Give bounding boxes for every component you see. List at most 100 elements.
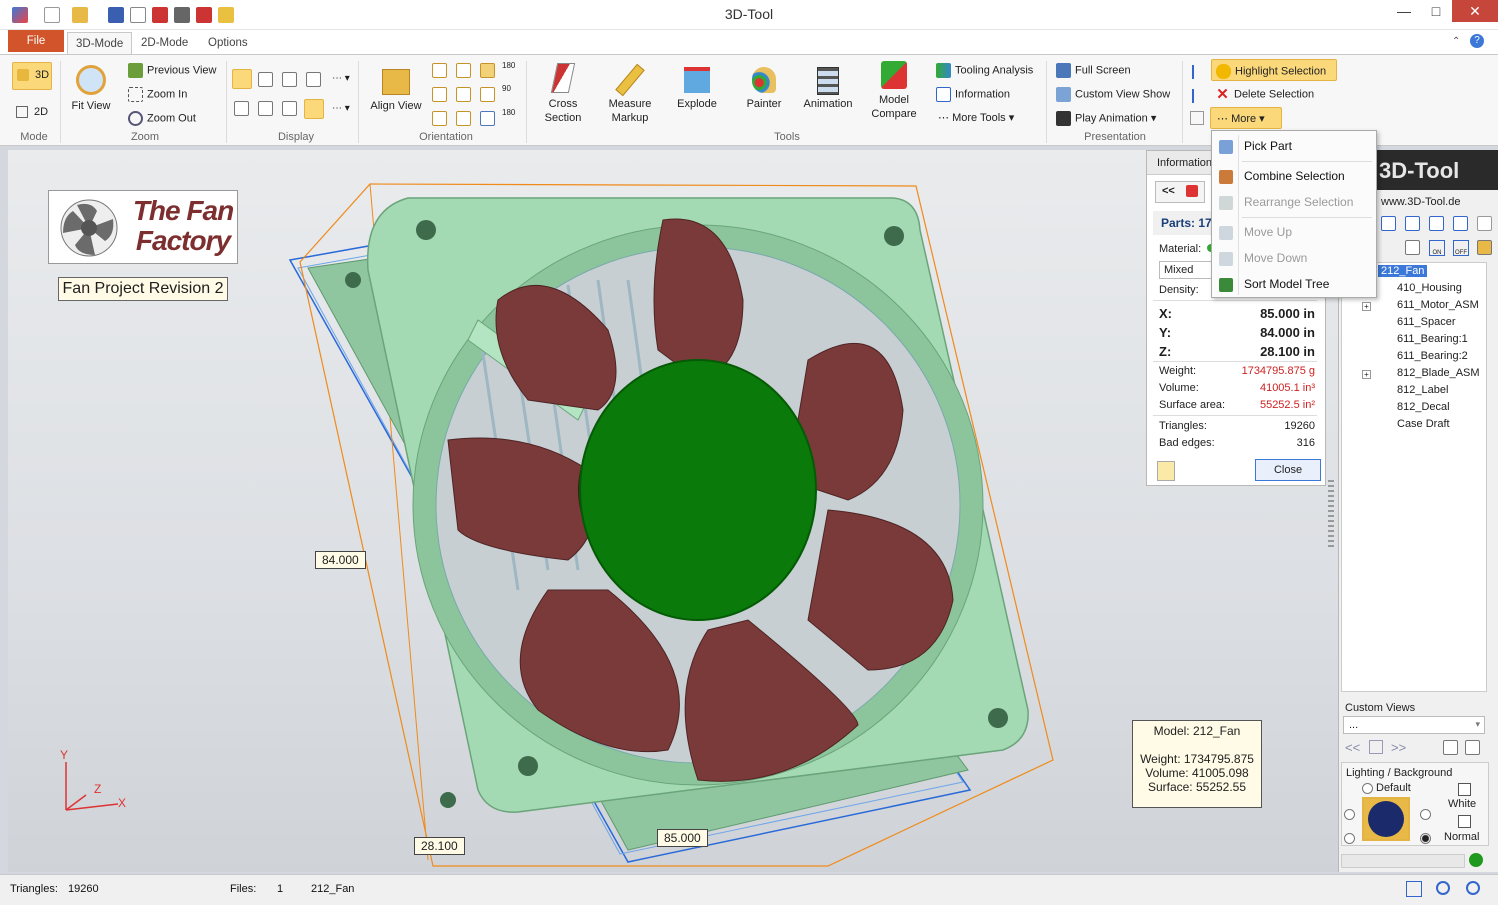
- tree-icon-2[interactable]: [1192, 89, 1200, 103]
- highlight-selection-button[interactable]: Highlight Selection: [1211, 59, 1337, 81]
- edit-view-icon[interactable]: [1465, 740, 1480, 755]
- rotate-90-icon[interactable]: 90: [502, 85, 511, 93]
- tree-item[interactable]: 611_Motor_ASM: [1397, 299, 1479, 311]
- play-animation-button[interactable]: Play Animation ▾: [1056, 111, 1156, 126]
- fit-view-button[interactable]: Fit View: [68, 65, 114, 113]
- view-dimetric-icon[interactable]: [456, 111, 471, 126]
- full-screen-button[interactable]: Full Screen: [1056, 63, 1131, 78]
- tree-expand-toggle-icon[interactable]: +: [1362, 302, 1371, 311]
- tab-options[interactable]: Options: [200, 32, 256, 54]
- view-iso-icon[interactable]: [480, 63, 495, 78]
- rotate-180-vertical-icon[interactable]: 180: [502, 109, 515, 117]
- view-prev-button[interactable]: <<: [1345, 740, 1360, 755]
- panel-splitter[interactable]: [1328, 480, 1334, 550]
- status-zoom-in-icon[interactable]: [1466, 881, 1480, 895]
- tree-item[interactable]: 812_Label: [1397, 384, 1448, 396]
- close-window-button[interactable]: ✕: [1452, 0, 1498, 22]
- view-flip-icon[interactable]: [480, 111, 495, 126]
- tree-collapse-icon[interactable]: [1429, 216, 1444, 231]
- model-compare-button[interactable]: Model Compare: [866, 61, 922, 121]
- tree-color-icon[interactable]: [1477, 240, 1492, 255]
- collapse-ribbon-icon[interactable]: ⌃: [1452, 36, 1460, 47]
- info-close-button[interactable]: Close: [1255, 459, 1321, 481]
- cross-section-button[interactable]: Cross Section: [536, 63, 590, 125]
- tab-3d-mode[interactable]: 3D-Mode: [67, 32, 133, 56]
- tree-expand-icon[interactable]: [1405, 216, 1420, 231]
- view-top-icon[interactable]: [480, 87, 495, 102]
- default-radio[interactable]: [1362, 783, 1373, 794]
- add-view-icon[interactable]: [1443, 740, 1458, 755]
- custom-views-select[interactable]: ... ▾: [1343, 716, 1485, 734]
- hidden-lines-icon[interactable]: [306, 72, 321, 87]
- tree-root-item[interactable]: 212_Fan: [1378, 265, 1428, 277]
- zoom-in-button[interactable]: Zoom In: [128, 87, 187, 102]
- bg-radio-2[interactable]: [1420, 833, 1431, 844]
- status-fit-icon[interactable]: [1406, 881, 1422, 897]
- tree-filter-icon[interactable]: [1453, 216, 1468, 231]
- display-more-dropdown[interactable]: ⋯ ▾: [332, 73, 350, 84]
- view-bottom-icon[interactable]: [432, 111, 447, 126]
- animation-button[interactable]: Animation: [800, 67, 856, 111]
- measure-markup-button[interactable]: Measure Markup: [602, 63, 658, 125]
- view-next-button[interactable]: >>: [1391, 740, 1406, 755]
- minimize-button[interactable]: —: [1388, 0, 1420, 22]
- status-zoom-out-icon[interactable]: [1436, 881, 1450, 895]
- shaded-edges-icon[interactable]: [258, 72, 273, 87]
- tooling-analysis-button[interactable]: Tooling Analysis: [936, 63, 1033, 78]
- tree-icon-3[interactable]: [1190, 111, 1204, 125]
- zoom-out-button[interactable]: Zoom Out: [128, 111, 196, 126]
- tree-icon-1[interactable]: [1192, 65, 1200, 79]
- normal-checkbox[interactable]: [1458, 815, 1471, 828]
- information-button[interactable]: Information: [936, 87, 1010, 102]
- tab-2d-mode[interactable]: 2D-Mode: [133, 32, 196, 54]
- info-back-button[interactable]: <<: [1155, 181, 1205, 203]
- align-view-button[interactable]: Align View: [368, 69, 424, 113]
- mode-3d-button[interactable]: 3D: [12, 62, 52, 90]
- display-more-dropdown-2[interactable]: ⋯ ▾: [332, 103, 350, 114]
- tree-item[interactable]: 611_Spacer: [1397, 316, 1456, 328]
- more-tools-button[interactable]: ⋯ More Tools ▾: [938, 111, 1014, 124]
- more-selection-dropdown[interactable]: ⋯ More ▾: [1210, 107, 1282, 129]
- tree-item[interactable]: 611_Bearing:1: [1397, 333, 1468, 345]
- view-front-icon[interactable]: [432, 63, 447, 78]
- menu-item[interactable]: Pick Part: [1244, 139, 1292, 153]
- view-back-icon[interactable]: [456, 63, 471, 78]
- visibility-off-button[interactable]: OFF: [1453, 240, 1469, 256]
- lighting-radio-2[interactable]: [1344, 833, 1355, 844]
- painter-button[interactable]: Painter: [738, 67, 790, 111]
- visibility-on-button[interactable]: ON: [1429, 240, 1445, 256]
- rotate-180-horizontal-icon[interactable]: 180: [502, 62, 515, 70]
- bg-radio-1[interactable]: [1420, 809, 1431, 820]
- wireframe-icon[interactable]: [282, 72, 297, 87]
- tree-item[interactable]: 611_Bearing:2: [1397, 350, 1468, 362]
- background-icon[interactable]: [234, 101, 249, 116]
- explode-button[interactable]: Explode: [670, 67, 724, 111]
- custom-view-show-button[interactable]: Custom View Show: [1056, 87, 1170, 102]
- transparency-button[interactable]: [304, 99, 324, 119]
- white-checkbox[interactable]: [1458, 783, 1471, 796]
- maximize-button[interactable]: □: [1420, 0, 1452, 22]
- points-icon[interactable]: [282, 101, 297, 116]
- model-tree[interactable]: 212_Fan 410_Housing 611_Motor_ASM +611_Spa…: [1341, 262, 1487, 692]
- menu-item[interactable]: Combine Selection: [1244, 169, 1345, 183]
- tree-select-icon[interactable]: [1381, 216, 1396, 231]
- lighting-radio-1[interactable]: [1344, 809, 1355, 820]
- tree-item[interactable]: 812_Blade_ASM: [1397, 367, 1480, 379]
- previous-view-button[interactable]: Previous View: [128, 63, 217, 78]
- material-select[interactable]: Mixed mat: [1159, 261, 1219, 279]
- delete-selection-button[interactable]: ✕ Delete Selection: [1215, 87, 1314, 102]
- tree-item[interactable]: Case Draft: [1397, 418, 1450, 430]
- shaded-display-button[interactable]: [232, 69, 252, 89]
- tree-expand-toggle-icon[interactable]: +: [1362, 370, 1371, 379]
- view-right-icon[interactable]: [456, 87, 471, 102]
- mode-2d-button[interactable]: 2D: [12, 101, 52, 125]
- view-left-icon[interactable]: [432, 87, 447, 102]
- help-icon[interactable]: ?: [1470, 34, 1484, 48]
- tree-item[interactable]: 410_Housing: [1397, 282, 1462, 294]
- home-view-icon[interactable]: [1369, 740, 1383, 754]
- tree-show-icon[interactable]: [1405, 240, 1420, 255]
- menu-item[interactable]: Sort Model Tree: [1244, 277, 1329, 291]
- tab-file[interactable]: File: [8, 30, 64, 52]
- copy-clipboard-icon[interactable]: [1157, 461, 1175, 481]
- lighting-preview[interactable]: [1362, 797, 1410, 841]
